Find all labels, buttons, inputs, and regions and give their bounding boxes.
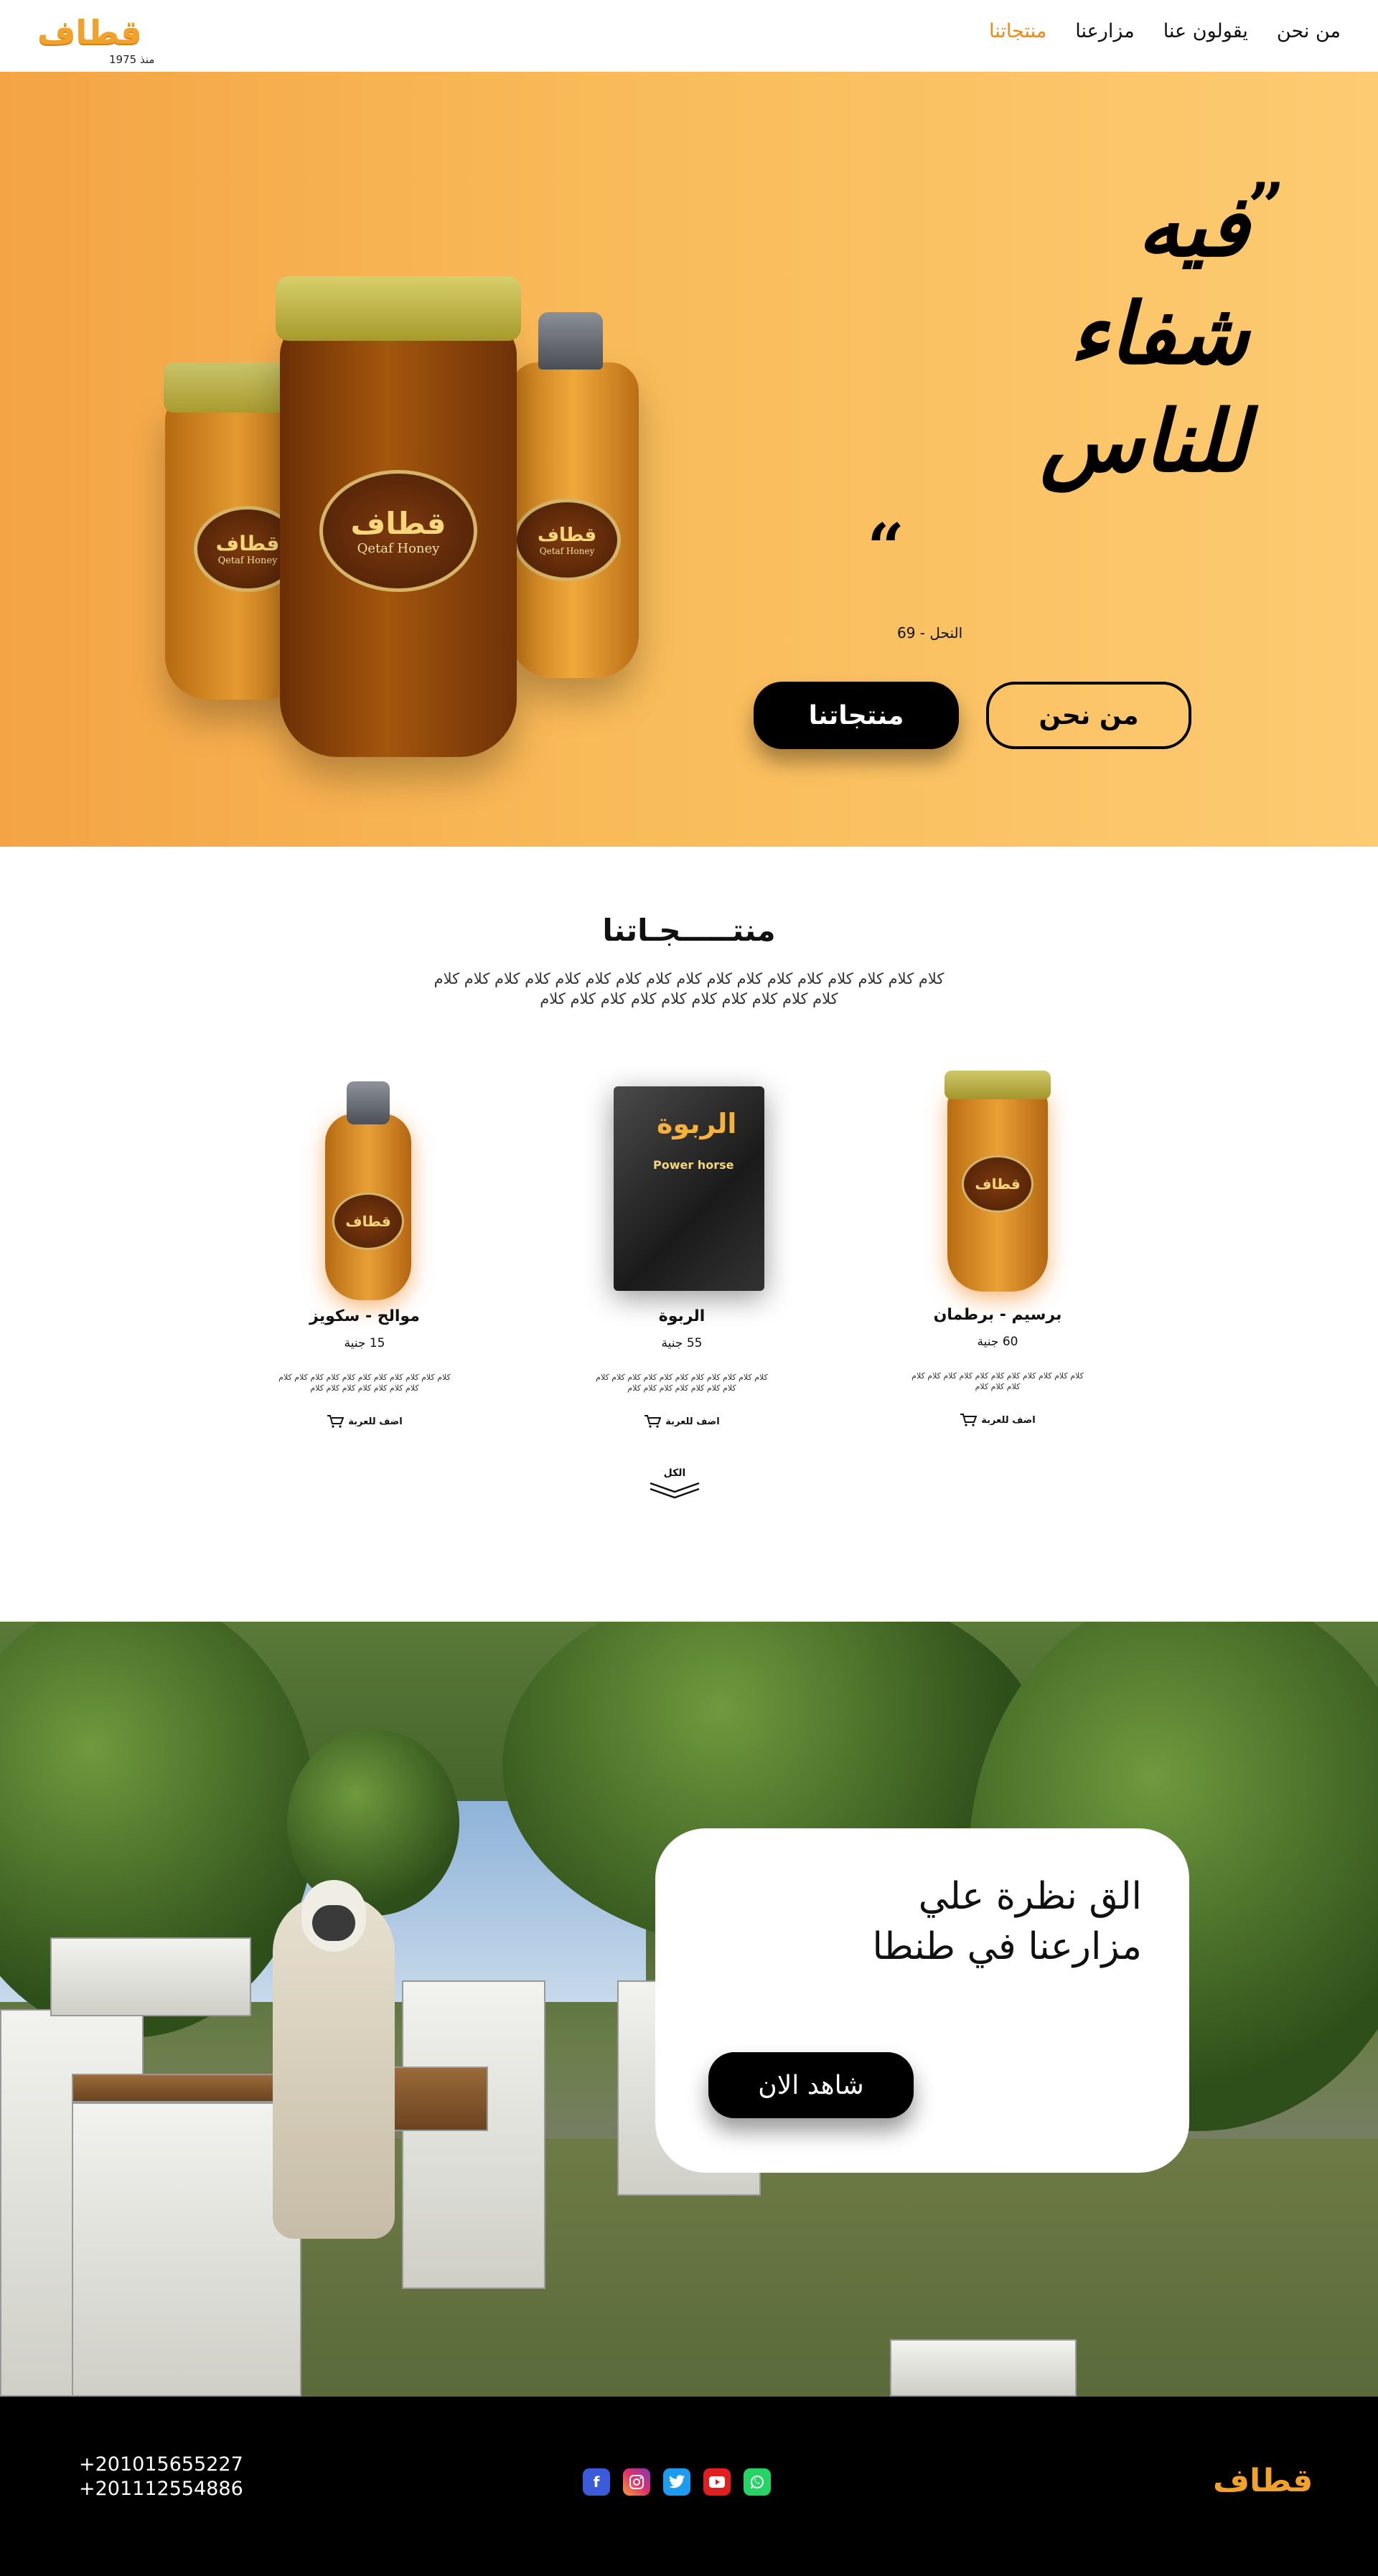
social-links: f <box>583 2468 771 2496</box>
product-card[interactable]: قطاف برسيم - برطمان 60 جنية كلام كلام كل… <box>890 1069 1105 1442</box>
add-to-cart-label: اضف للعربة <box>348 1416 403 1427</box>
product-card[interactable]: قطاف موالح - سكويز 15 جنية كلام كلام كلا… <box>257 1071 472 1444</box>
add-to-cart-button[interactable]: اضف للعربة <box>574 1415 789 1428</box>
brand-logo[interactable]: قطاف منذ 1975 <box>37 13 159 70</box>
cart-icon <box>327 1415 344 1428</box>
hero-jars-image: قطاف Qetaf Honey قطاف Qetaf Honey قطاف Qeta… <box>151 240 653 786</box>
honey-jar-image: قطاف <box>945 1071 1051 1292</box>
beehive <box>72 2074 301 2102</box>
view-all-label: الكل <box>663 1467 686 1479</box>
beekeeper-figure <box>273 1880 395 2239</box>
beehive <box>402 1980 545 2289</box>
phone-numbers: +201015655227 +201112554886 <box>79 2453 243 2501</box>
product-card[interactable]: الربوة 55 جنية كلام كلام كلام كلام كلام … <box>574 1071 789 1444</box>
product-name: الربوة <box>658 1307 706 1325</box>
farm-title-line-1: الق نظرة علي <box>918 1875 1142 1918</box>
product-name: موالح - سكويز <box>309 1307 420 1325</box>
cart-icon <box>960 1414 978 1426</box>
honey-bottle-right: قطاف Qetaf Honey <box>510 312 639 678</box>
add-to-cart-label: اضف للعربة <box>981 1414 1036 1426</box>
chevron-down-icon <box>650 1482 700 1499</box>
instagram-icon[interactable] <box>623 2468 650 2496</box>
logo-since-text: منذ 1975 <box>109 53 155 66</box>
footer-logo[interactable]: قطاف <box>1213 2463 1314 2499</box>
watch-now-button[interactable]: شاهد الان <box>708 2052 914 2118</box>
quote-line-1: فيه <box>1137 176 1249 276</box>
add-to-cart-button[interactable]: اضف للعربة <box>890 1414 1105 1426</box>
product-price: 60 جنية <box>977 1335 1018 1349</box>
product-name: برسيم - برطمان <box>933 1306 1062 1324</box>
hero-section: قطاف Qetaf Honey قطاف Qetaf Honey قطاف Qeta… <box>0 72 1378 847</box>
products-grid: قطاف برسيم - برطمان 60 جنية كلام كلام كل… <box>0 1069 1378 1442</box>
view-all-link[interactable]: الكل <box>646 1467 703 1502</box>
products-button[interactable]: منتجاتنا <box>754 682 959 749</box>
quote-line-3: للناس <box>1040 391 1249 491</box>
product-price: 15 جنية <box>344 1336 385 1350</box>
quote-line-2: شفاء <box>1069 283 1249 383</box>
product-description: كلام كلام كلام كلام كلام كلام كلام كلام … <box>911 1371 1084 1391</box>
nav-links: منتجاتنا مزارعنا يقولون عنا من نحن <box>989 20 1341 42</box>
phone-number-1[interactable]: +201015655227 <box>79 2453 243 2477</box>
add-to-cart-label: اضف للعربة <box>665 1416 720 1427</box>
quote-citation: النحل - 69 <box>897 624 963 641</box>
top-navbar: قطاف منذ 1975 منتجاتنا مزارعنا يقولون عن… <box>0 0 1378 72</box>
beehive <box>50 1937 251 2016</box>
beehive <box>890 2339 1077 2397</box>
about-button[interactable]: من نحن <box>986 682 1191 749</box>
honey-jar-center: قطاف Qetaf Honey <box>276 276 521 757</box>
add-to-cart-button[interactable]: اضف للعربة <box>257 1415 472 1428</box>
phone-number-2[interactable]: +201112554886 <box>79 2477 243 2501</box>
facebook-icon[interactable]: f <box>583 2468 610 2496</box>
farm-cta-card: الق نظرة علي مزارعنا في طنطا شاهد الان <box>655 1828 1189 2173</box>
youtube-icon[interactable] <box>703 2468 731 2496</box>
twitter-icon[interactable] <box>663 2468 690 2496</box>
nav-item-products[interactable]: منتجاتنا <box>989 20 1046 42</box>
nav-item-farms[interactable]: مزارعنا <box>1075 20 1134 42</box>
hero-quote: فيه شفاء للناس <box>746 172 1249 495</box>
squeeze-bottle-image: قطاف <box>325 1081 411 1300</box>
cart-icon <box>645 1415 662 1428</box>
product-price: 55 جنية <box>661 1336 703 1350</box>
farm-title: الق نظرة علي مزارعنا في طنطا <box>711 1871 1142 1972</box>
footer: +201015655227 +201112554886 f قطاف <box>0 2397 1378 2576</box>
product-description: كلام كلام كلام كلام كلام كلام كلام كلام … <box>596 1373 768 1393</box>
product-description: كلام كلام كلام كلام كلام كلام كلام كلام … <box>278 1373 451 1393</box>
products-description: كلام كلام كلام كلام كلام كلام كلام كلام … <box>433 970 945 1007</box>
product-box-image <box>614 1086 764 1291</box>
logo-wordmark: قطاف <box>37 13 144 52</box>
nav-item-about[interactable]: من نحن <box>1277 20 1341 42</box>
whatsapp-icon[interactable] <box>744 2468 771 2496</box>
close-quote-mark: “ <box>867 509 904 586</box>
farm-title-line-2: مزارعنا في طنطا <box>872 1925 1142 1968</box>
products-title: منتـــــجـاتنا <box>602 913 776 948</box>
nav-item-testimonials[interactable]: يقولون عنا <box>1163 20 1248 42</box>
open-quote-mark: ” <box>1247 169 1285 245</box>
beehive <box>72 2102 301 2397</box>
